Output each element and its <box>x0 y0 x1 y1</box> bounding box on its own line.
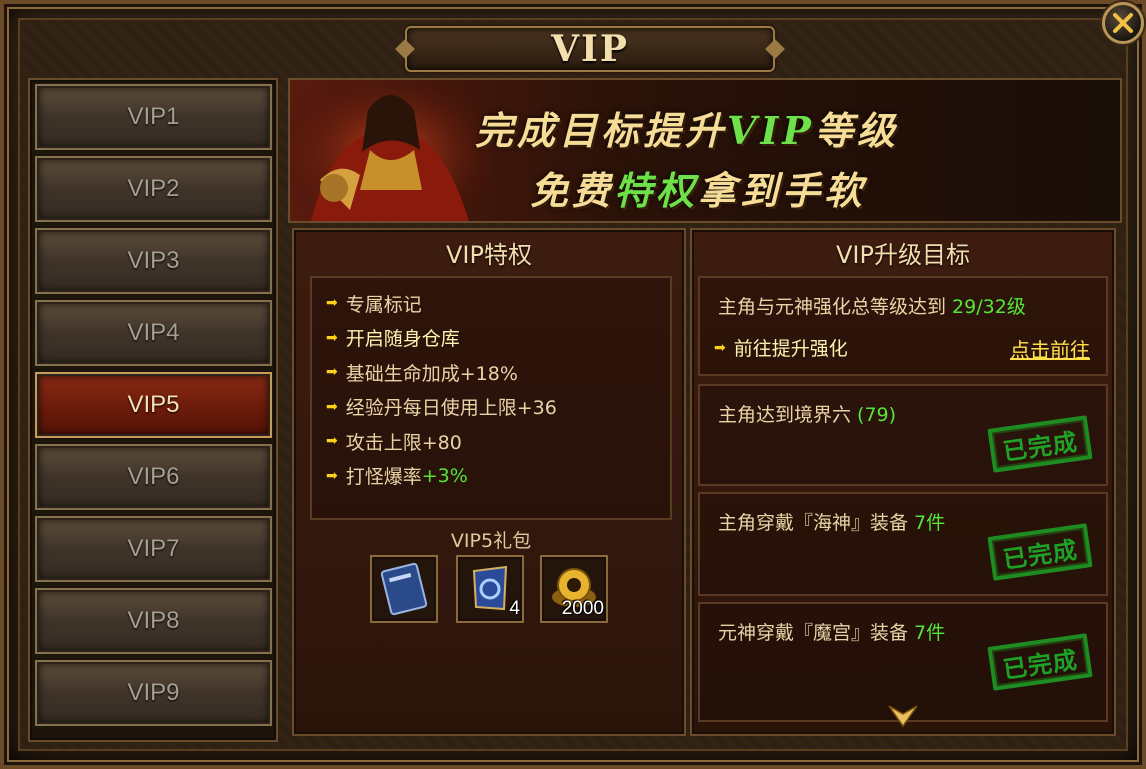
privilege-item: ➡ 打怪爆率 +3% <box>326 464 468 489</box>
window-title: VIP <box>551 28 629 70</box>
gift-count: 2000 <box>561 598 604 619</box>
vip-tab-2[interactable]: VIP2 <box>35 156 272 222</box>
close-icon <box>1113 13 1133 33</box>
warrior-heroine-image <box>290 80 490 221</box>
goal-item: 主角穿戴『海神』装备 7件 已完成 <box>698 492 1108 596</box>
upgrade-goals-panel: VIP升级目标 主角与元神强化总等级达到 29/32级 ➡ 前往提升强化 点击前往… <box>690 228 1116 736</box>
gift-slot-rune[interactable]: 4 <box>456 555 524 623</box>
banner-headline: 完成目标提升VIP等级 <box>475 108 899 153</box>
go-now-link[interactable]: 点击前往 <box>1010 334 1090 363</box>
blue-book-icon <box>380 562 428 616</box>
vip-tab-7[interactable]: VIP7 <box>35 516 272 582</box>
goals-title: VIP升级目标 <box>836 240 970 269</box>
arrow-right-icon: ➡ <box>326 398 338 415</box>
vip-tab-1[interactable]: VIP1 <box>35 84 272 150</box>
gift-slot-gold[interactable]: 2000 <box>540 555 608 623</box>
privilege-item: ➡ 攻击上限+80 <box>326 431 462 454</box>
privilege-item: ➡ 经验丹每日使用上限+36 <box>326 397 557 420</box>
banner-subheadline: 免费特权拿到手软 <box>530 168 867 213</box>
vip-tab-9[interactable]: VIP9 <box>35 660 272 726</box>
promo-banner: 完成目标提升VIP等级 免费特权拿到手软 <box>288 78 1122 223</box>
arrow-right-icon: ➡ <box>326 467 338 484</box>
vip-tab-4[interactable]: VIP4 <box>35 300 272 366</box>
vip-tab-8[interactable]: VIP8 <box>35 588 272 654</box>
vip-tab-6[interactable]: VIP6 <box>35 444 272 510</box>
window-title-plate: VIP <box>405 26 775 72</box>
privilege-item: ➡ 基础生命加成+18% <box>326 362 518 385</box>
vip-tab-3[interactable]: VIP3 <box>35 228 272 294</box>
vip-level-sidebar[interactable]: VIP1 VIP2 VIP3 VIP4 VIP5 VIP6 VIP7 VIP8 … <box>28 78 278 742</box>
privileges-list: ➡ 专属标记 ➡ 开启随身仓库 ➡ 基础生命加成+18% ➡ 经验丹每日使用上限+36 … <box>310 276 672 520</box>
completed-stamp: 已完成 <box>987 523 1093 581</box>
arrow-right-icon: ➡ <box>326 433 338 450</box>
goal-item: 主角与元神强化总等级达到 29/32级 ➡ 前往提升强化 点击前往 <box>698 276 1108 376</box>
completed-stamp: 已完成 <box>987 415 1093 473</box>
gift-count: 4 <box>509 598 520 619</box>
arrow-right-icon: ➡ <box>714 339 726 356</box>
scroll-down-arrow-icon[interactable] <box>887 704 919 728</box>
privileges-title: VIP特权 <box>446 240 532 269</box>
arrow-right-icon: ➡ <box>326 364 338 381</box>
vip-tab-5[interactable]: VIP5 <box>35 372 272 438</box>
privilege-item: ➡ 开启随身仓库 <box>326 328 460 351</box>
gift-pack-title: VIP5礼包 <box>450 530 532 552</box>
privilege-item: ➡ 专属标记 <box>326 293 422 316</box>
arrow-right-icon: ➡ <box>326 295 338 312</box>
gift-slot-book[interactable] <box>370 555 438 623</box>
goal-item: 主角达到境界六 (79) 已完成 <box>698 384 1108 486</box>
completed-stamp: 已完成 <box>987 633 1093 691</box>
close-button[interactable] <box>1102 2 1144 44</box>
privileges-panel: VIP特权 ➡ 专属标记 ➡ 开启随身仓库 ➡ 基础生命加成+18% ➡ 经验丹每日使用… <box>292 228 686 736</box>
arrow-right-icon: ➡ <box>326 329 338 346</box>
